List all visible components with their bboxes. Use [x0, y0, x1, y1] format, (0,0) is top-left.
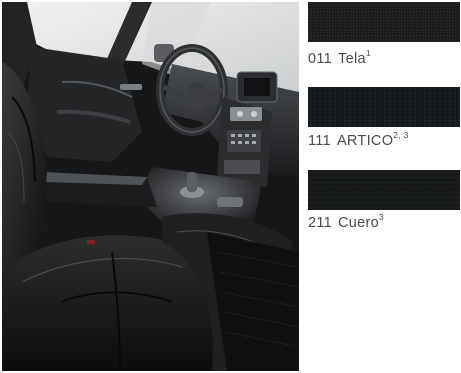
swatch-footnote: 3	[379, 212, 385, 223]
swatch-name: ARTICO	[336, 133, 394, 149]
swatch-label-111: 111 ARTICO2, 3	[308, 130, 409, 149]
car-interior-photo	[2, 2, 299, 371]
swatch-code: 111	[308, 133, 331, 149]
swatch-name: Tela	[338, 51, 366, 67]
swatch-footnote: 1	[365, 48, 371, 59]
car-interior-illustration	[2, 2, 299, 371]
swatch-code: 011	[308, 51, 333, 67]
swatch-name: Cuero	[338, 215, 380, 231]
swatch-011-tela	[308, 2, 460, 42]
swatch-footnote: 2, 3	[393, 130, 409, 141]
swatch-111-artico	[308, 87, 460, 127]
swatch-label-011: 011 Tela1	[308, 48, 371, 67]
swatch-code: 211	[308, 215, 333, 231]
swatch-label-211: 211 Cuero3	[308, 212, 385, 231]
swatch-211-cuero	[308, 170, 460, 210]
